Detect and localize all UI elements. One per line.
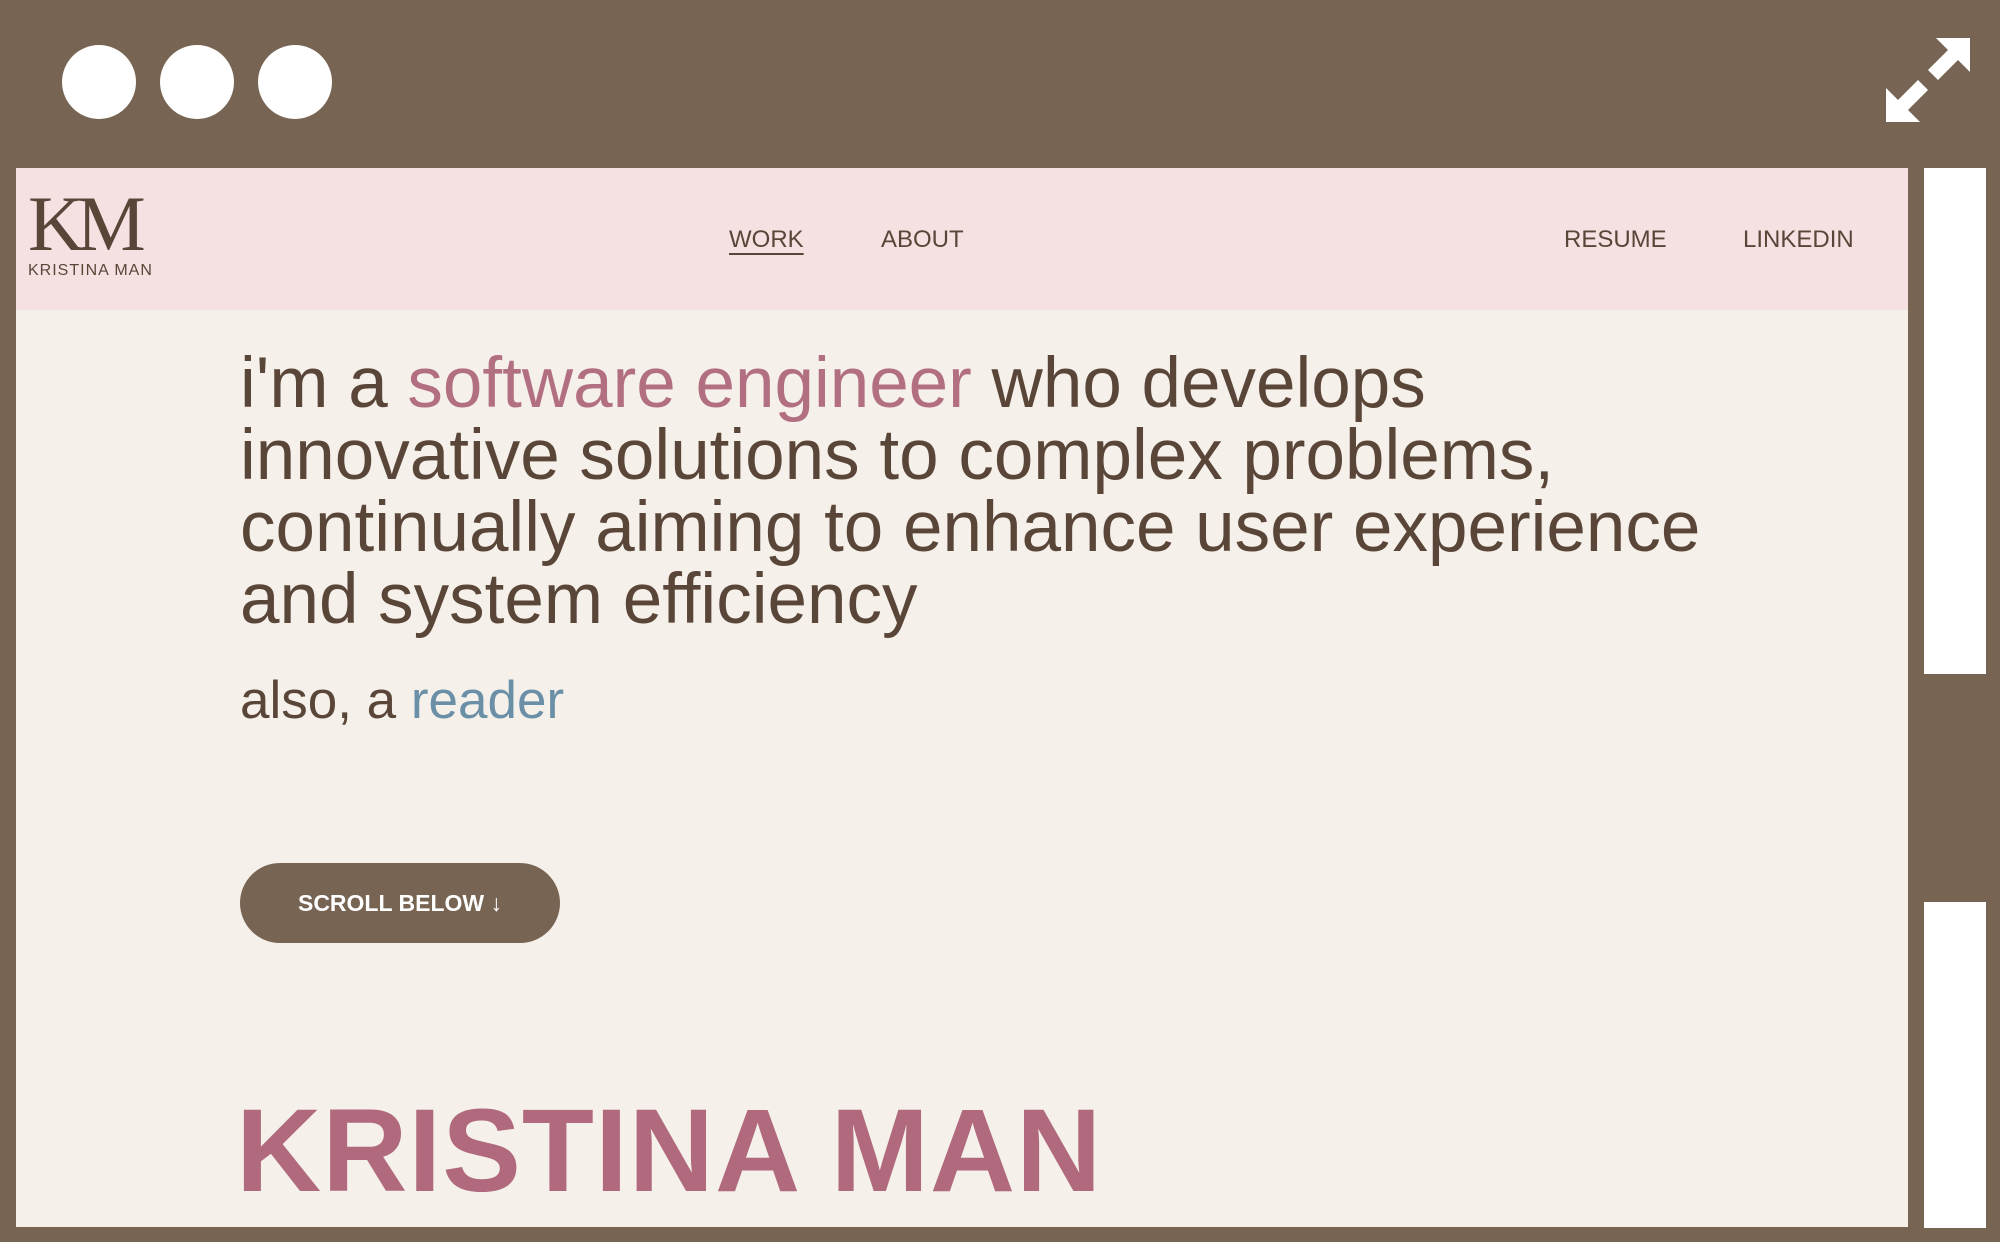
site-logo[interactable]: KM KRISTINA MAN bbox=[28, 180, 153, 280]
nav-link-work[interactable]: WORK bbox=[729, 226, 804, 254]
site-navbar: KM KRISTINA MAN WORK ABOUT RESUME LINKED… bbox=[16, 168, 1908, 310]
browser-viewport: KM KRISTINA MAN WORK ABOUT RESUME LINKED… bbox=[16, 168, 1908, 1227]
role-highlight: software engineer bbox=[407, 344, 972, 423]
scrollbar[interactable] bbox=[1924, 168, 1986, 1228]
nav-link-about[interactable]: ABOUT bbox=[881, 226, 964, 254]
hero-headline: i'm a software engineer who develops inn… bbox=[240, 348, 1740, 636]
name-heading: KRISTINA MAN bbox=[236, 1085, 1103, 1217]
scrollbar-track-upper[interactable] bbox=[1924, 168, 1986, 674]
window-dot-1[interactable] bbox=[62, 45, 136, 119]
nav-link-resume[interactable]: RESUME bbox=[1564, 226, 1667, 254]
logo-name: KRISTINA MAN bbox=[28, 262, 153, 279]
expand-icon[interactable] bbox=[1878, 30, 1978, 130]
window-dot-2[interactable] bbox=[160, 45, 234, 119]
nav-link-linkedin[interactable]: LINKEDIN bbox=[1743, 226, 1854, 254]
hobby-highlight: reader bbox=[410, 671, 565, 730]
window-dot-3[interactable] bbox=[258, 45, 332, 119]
hero-section: i'm a software engineer who develops inn… bbox=[240, 348, 1740, 731]
scroll-below-button[interactable]: SCROLL BELOW ↓ bbox=[240, 863, 560, 943]
intro-prefix: i'm a bbox=[240, 344, 408, 423]
scrollbar-track-lower[interactable] bbox=[1924, 902, 1986, 1228]
hero-subline: also, a reader bbox=[240, 670, 1740, 731]
also-prefix: also, a bbox=[240, 671, 411, 730]
logo-mark: KM bbox=[28, 180, 146, 267]
